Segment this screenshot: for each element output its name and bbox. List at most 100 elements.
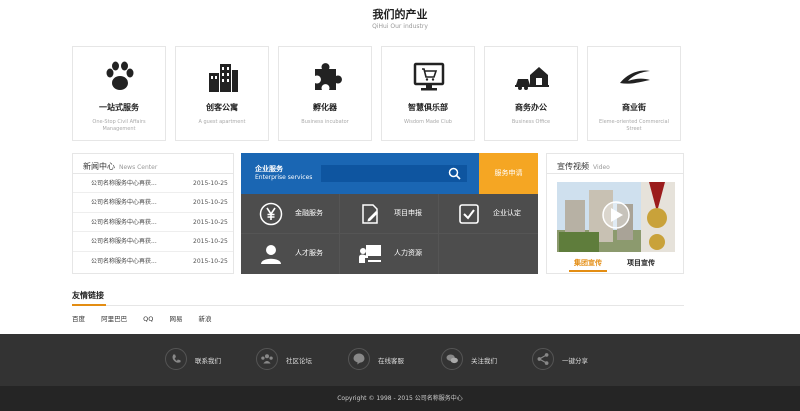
industry-card-apartment[interactable]: 创客公寓 A guest apartment [175, 46, 269, 141]
list-item[interactable]: 公司名称服务中心再获... 2015-10-25 [73, 232, 233, 252]
checkbox-icon [459, 204, 479, 224]
paw-icon [106, 61, 134, 90]
news-item-text: 公司名称服务中心再获... [91, 238, 157, 246]
footer: 联系我们 社区论坛 在线客服 关注我们 一键分享 [0, 334, 800, 386]
card-name: 一站式服务 [99, 103, 139, 112]
buildings-icon [209, 64, 238, 92]
services-grid: 金融服务 项目申报 企业认定 人才服务 人力资源 [241, 194, 538, 274]
link-netease[interactable]: 网易 [169, 315, 182, 323]
news-item-date: 2015-10-25 [193, 218, 228, 226]
card-desc: Wisdom Made Club [404, 119, 452, 125]
tile-talent[interactable]: 人才服务 [241, 234, 339, 274]
industry-cards: 一站式服务 One-Stop Civil Affairs Management … [72, 46, 682, 141]
phone-icon [165, 348, 187, 370]
monitor-cart-icon [413, 62, 445, 91]
card-name: 商务办公 [515, 103, 547, 112]
news-item-text: 公司名称服务中心再获... [91, 257, 157, 265]
list-item[interactable]: 公司名称服务中心再获... 2015-10-25 [73, 193, 233, 213]
tile-finance[interactable]: 金融服务 [241, 194, 339, 233]
copyright: Copyright © 1998 - 2015 公司名称服务中心 [0, 386, 800, 411]
share-icon [532, 348, 554, 370]
card-desc: One-Stop Civil Affairs Management [92, 119, 146, 132]
card-name: 商业街 [622, 103, 646, 112]
footer-label: 在线客服 [378, 357, 404, 365]
tile-label: 金融服务 [295, 209, 323, 217]
card-desc: Business incubator [301, 119, 349, 125]
link-baidu[interactable]: 百度 [72, 315, 85, 323]
footer-label: 一键分享 [562, 357, 588, 365]
video-panel: 宣传视频 Video 集团宣传 项目宣传 [546, 153, 684, 274]
document-edit-icon [362, 204, 378, 224]
services-title: 企业服务 [255, 165, 283, 173]
news-item-date: 2015-10-25 [193, 199, 228, 207]
tile-project-declare[interactable]: 项目申报 [340, 194, 438, 233]
footer-label: 关注我们 [471, 357, 497, 365]
industry-header: 我们的产业 QiHui Our industry [0, 8, 800, 32]
tab-group-promo[interactable]: 集团宣传 [574, 258, 602, 268]
card-name: 智慧俱乐部 [408, 103, 448, 112]
footer-label: 联系我们 [195, 357, 221, 365]
section-title: 我们的产业 [372, 8, 428, 21]
tile-certification[interactable]: 企业认定 [439, 194, 538, 233]
industry-card-club[interactable]: 智慧俱乐部 Wisdom Made Club [381, 46, 475, 141]
search-icon[interactable] [448, 167, 461, 180]
community-icon [256, 348, 278, 370]
industry-card-one-stop[interactable]: 一站式服务 One-Stop Civil Affairs Management [72, 46, 166, 141]
tile-empty [439, 234, 538, 274]
news-item-date: 2015-10-25 [193, 180, 228, 187]
video-tabs: 集团宣传 项目宣传 [547, 258, 685, 272]
links-divider [72, 304, 684, 306]
news-item-text: 公司名称服务中心再获... [91, 180, 157, 187]
card-desc: Eleme-oriented Commercial Street [599, 119, 669, 132]
search-input[interactable] [321, 170, 441, 187]
video-title-en: Video [593, 164, 610, 171]
friend-links: 友情链接 百度 阿里巴巴 QQ 网易 新浪 [72, 290, 684, 323]
tile-label: 人才服务 [295, 249, 323, 257]
tile-label: 企业认定 [493, 209, 521, 217]
person-icon [261, 245, 281, 264]
industry-card-office[interactable]: 商务办公 Business Office [484, 46, 578, 141]
card-name: 创客公寓 [206, 103, 238, 112]
card-name: 孵化器 [313, 103, 337, 112]
news-panel: 新闻中心 News Center 公司名称服务中心再获... 2015-10-25… [72, 153, 234, 274]
news-header: 新闻中心 News Center [73, 154, 233, 174]
links-divider-accent [72, 304, 106, 306]
enterprise-services-panel: 企业服务 Enterprise services 服务申请 金融服务 项目申报 [241, 153, 538, 274]
list-item[interactable]: 公司名称服务中心再获... 2015-10-25 [73, 252, 233, 271]
link-sina[interactable]: 新浪 [199, 315, 212, 323]
video-header: 宣传视频 Video [547, 154, 683, 174]
presenter-icon [359, 245, 381, 263]
list-item[interactable]: 公司名称服务中心再获... 2015-10-25 [73, 174, 233, 194]
service-apply-button[interactable]: 服务申请 [479, 153, 538, 194]
list-item[interactable]: 公司名称服务中心再获... 2015-10-25 [73, 213, 233, 233]
industry-card-incubator[interactable]: 孵化器 Business incubator [278, 46, 372, 141]
tile-label: 项目申报 [394, 209, 422, 217]
swoosh-icon [620, 70, 650, 84]
services-title-en: Enterprise services [255, 174, 313, 181]
video-thumbnail[interactable] [557, 182, 675, 252]
card-desc: A guest apartment [198, 119, 246, 125]
industry-card-street[interactable]: 商业街 Eleme-oriented Commercial Street [587, 46, 681, 141]
news-item-date: 2015-10-25 [193, 257, 228, 265]
video-title: 宣传视频 [557, 162, 589, 171]
chat-icon [348, 348, 370, 370]
footer-label: 社区论坛 [286, 357, 312, 365]
wechat-icon [441, 348, 463, 370]
house-car-icon [515, 67, 549, 90]
links-title: 友情链接 [72, 291, 104, 300]
tile-hr[interactable]: 人力资源 [340, 234, 438, 274]
yen-icon [259, 202, 283, 226]
link-alibaba[interactable]: 阿里巴巴 [101, 315, 127, 323]
news-item-text: 公司名称服务中心再获... [91, 218, 157, 226]
services-header: 企业服务 Enterprise services [241, 153, 479, 194]
card-desc: Business Office [511, 119, 551, 125]
puzzle-icon [315, 63, 342, 90]
link-qq[interactable]: QQ [143, 315, 153, 323]
video-thumbnail-image [557, 182, 675, 252]
section-subtitle: QiHui Our industry [372, 23, 428, 30]
tab-project-promo[interactable]: 项目宣传 [627, 258, 655, 268]
services-search [321, 165, 467, 187]
news-item-date: 2015-10-25 [193, 238, 228, 246]
news-title: 新闻中心 [83, 162, 115, 171]
news-item-text: 公司名称服务中心再获... [91, 199, 157, 207]
